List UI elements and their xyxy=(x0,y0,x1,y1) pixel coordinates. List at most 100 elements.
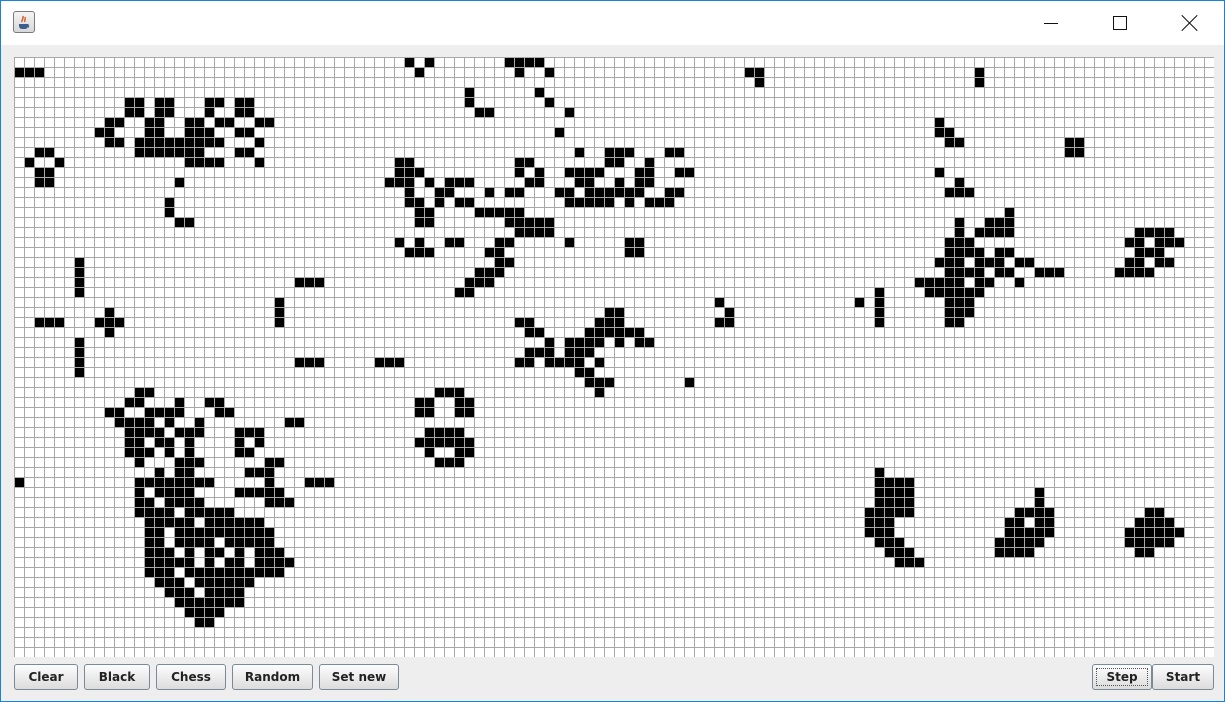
live-cell[interactable] xyxy=(625,198,634,207)
live-cell[interactable] xyxy=(875,528,884,537)
live-cell[interactable] xyxy=(605,198,614,207)
live-cell[interactable] xyxy=(625,238,634,247)
live-cell[interactable] xyxy=(445,388,454,397)
live-cell[interactable] xyxy=(935,258,944,267)
live-cell[interactable] xyxy=(225,408,234,417)
live-cell[interactable] xyxy=(225,598,234,607)
live-cell[interactable] xyxy=(145,478,154,487)
live-cell[interactable] xyxy=(455,458,464,467)
live-cell[interactable] xyxy=(635,238,644,247)
live-cell[interactable] xyxy=(145,558,154,567)
live-cell[interactable] xyxy=(545,218,554,227)
live-cell[interactable] xyxy=(585,338,594,347)
live-cell[interactable] xyxy=(875,508,884,517)
live-cell[interactable] xyxy=(895,478,904,487)
live-cell[interactable] xyxy=(505,258,514,267)
set-new-button[interactable]: Set new xyxy=(319,664,399,690)
live-cell[interactable] xyxy=(265,478,274,487)
live-cell[interactable] xyxy=(605,158,614,167)
live-cell[interactable] xyxy=(485,188,494,197)
live-cell[interactable] xyxy=(145,428,154,437)
live-cell[interactable] xyxy=(565,358,574,367)
live-cell[interactable] xyxy=(975,278,984,287)
live-cell[interactable] xyxy=(945,248,954,257)
live-cell[interactable] xyxy=(195,118,204,127)
live-cell[interactable] xyxy=(175,528,184,537)
live-cell[interactable] xyxy=(235,548,244,557)
live-cell[interactable] xyxy=(1045,268,1054,277)
live-cell[interactable] xyxy=(1005,528,1014,537)
live-cell[interactable] xyxy=(895,558,904,567)
live-cell[interactable] xyxy=(545,68,554,77)
live-cell[interactable] xyxy=(205,478,214,487)
live-cell[interactable] xyxy=(185,118,194,127)
live-cell[interactable] xyxy=(875,318,884,327)
live-cell[interactable] xyxy=(115,138,124,147)
live-cell[interactable] xyxy=(545,358,554,367)
live-cell[interactable] xyxy=(45,178,54,187)
live-cell[interactable] xyxy=(125,448,134,457)
live-cell[interactable] xyxy=(205,548,214,557)
live-cell[interactable] xyxy=(145,568,154,577)
live-cell[interactable] xyxy=(455,288,464,297)
live-cell[interactable] xyxy=(925,288,934,297)
live-cell[interactable] xyxy=(285,558,294,567)
live-cell[interactable] xyxy=(1155,228,1164,237)
live-cell[interactable] xyxy=(495,258,504,267)
live-cell[interactable] xyxy=(485,268,494,277)
live-cell[interactable] xyxy=(755,78,764,87)
live-cell[interactable] xyxy=(205,398,214,407)
live-cell[interactable] xyxy=(625,248,634,257)
live-cell[interactable] xyxy=(975,268,984,277)
live-cell[interactable] xyxy=(1075,148,1084,157)
live-cell[interactable] xyxy=(445,438,454,447)
live-cell[interactable] xyxy=(575,168,584,177)
live-cell[interactable] xyxy=(415,238,424,247)
live-cell[interactable] xyxy=(195,608,204,617)
live-cell[interactable] xyxy=(215,138,224,147)
live-cell[interactable] xyxy=(255,528,264,537)
live-cell[interactable] xyxy=(425,428,434,437)
live-cell[interactable] xyxy=(935,118,944,127)
live-cell[interactable] xyxy=(225,508,234,517)
live-cell[interactable] xyxy=(205,588,214,597)
live-cell[interactable] xyxy=(495,248,504,257)
live-cell[interactable] xyxy=(465,88,474,97)
live-cell[interactable] xyxy=(755,68,764,77)
live-cell[interactable] xyxy=(285,418,294,427)
live-cell[interactable] xyxy=(895,548,904,557)
live-cell[interactable] xyxy=(435,388,444,397)
live-cell[interactable] xyxy=(585,328,594,337)
live-cell[interactable] xyxy=(475,268,484,277)
live-cell[interactable] xyxy=(235,428,244,437)
live-cell[interactable] xyxy=(105,118,114,127)
live-cell[interactable] xyxy=(115,118,124,127)
live-cell[interactable] xyxy=(185,128,194,137)
live-cell[interactable] xyxy=(195,128,204,137)
live-cell[interactable] xyxy=(305,478,314,487)
live-cell[interactable] xyxy=(175,148,184,157)
live-cell[interactable] xyxy=(1145,228,1154,237)
live-cell[interactable] xyxy=(905,508,914,517)
live-cell[interactable] xyxy=(1155,538,1164,547)
live-cell[interactable] xyxy=(635,328,644,337)
live-cell[interactable] xyxy=(175,458,184,467)
life-grid[interactable] xyxy=(14,57,1214,657)
live-cell[interactable] xyxy=(255,548,264,557)
live-cell[interactable] xyxy=(585,198,594,207)
live-cell[interactable] xyxy=(195,578,204,587)
live-cell[interactable] xyxy=(325,478,334,487)
live-cell[interactable] xyxy=(125,398,134,407)
live-cell[interactable] xyxy=(1135,538,1144,547)
live-cell[interactable] xyxy=(175,408,184,417)
live-cell[interactable] xyxy=(945,238,954,247)
live-cell[interactable] xyxy=(145,528,154,537)
live-cell[interactable] xyxy=(135,428,144,437)
live-cell[interactable] xyxy=(1015,258,1024,267)
live-cell[interactable] xyxy=(465,398,474,407)
live-cell[interactable] xyxy=(1165,528,1174,537)
live-cell[interactable] xyxy=(455,398,464,407)
live-cell[interactable] xyxy=(565,108,574,117)
live-cell[interactable] xyxy=(195,458,204,467)
live-cell[interactable] xyxy=(505,188,514,197)
